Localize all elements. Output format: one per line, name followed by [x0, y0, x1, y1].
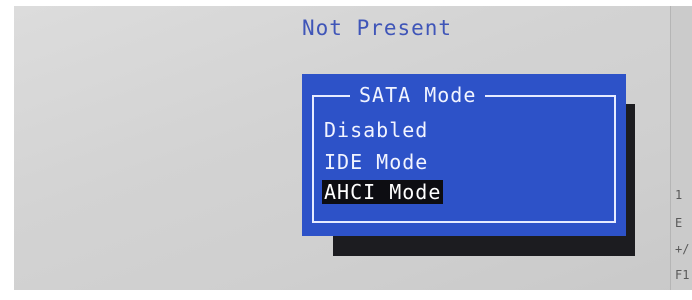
help-line: 1 [675, 188, 683, 202]
help-line: F1 [675, 268, 690, 282]
popup-title: SATA Mode [350, 83, 486, 107]
help-line: E [675, 216, 683, 230]
bios-screen: Not Present SATA Mode Disabled IDE Mode … [14, 6, 692, 290]
option-ahci-mode[interactable]: AHCI Mode [322, 180, 444, 204]
help-line: +/ [675, 242, 690, 256]
help-panel: 1 E +/ F1 [670, 6, 692, 290]
option-ide-mode[interactable]: IDE Mode [322, 150, 430, 174]
sata-mode-popup: SATA Mode Disabled IDE Mode AHCI Mode [302, 74, 626, 236]
drive-status-value: Not Present [302, 16, 453, 40]
option-disabled[interactable]: Disabled [322, 118, 430, 142]
